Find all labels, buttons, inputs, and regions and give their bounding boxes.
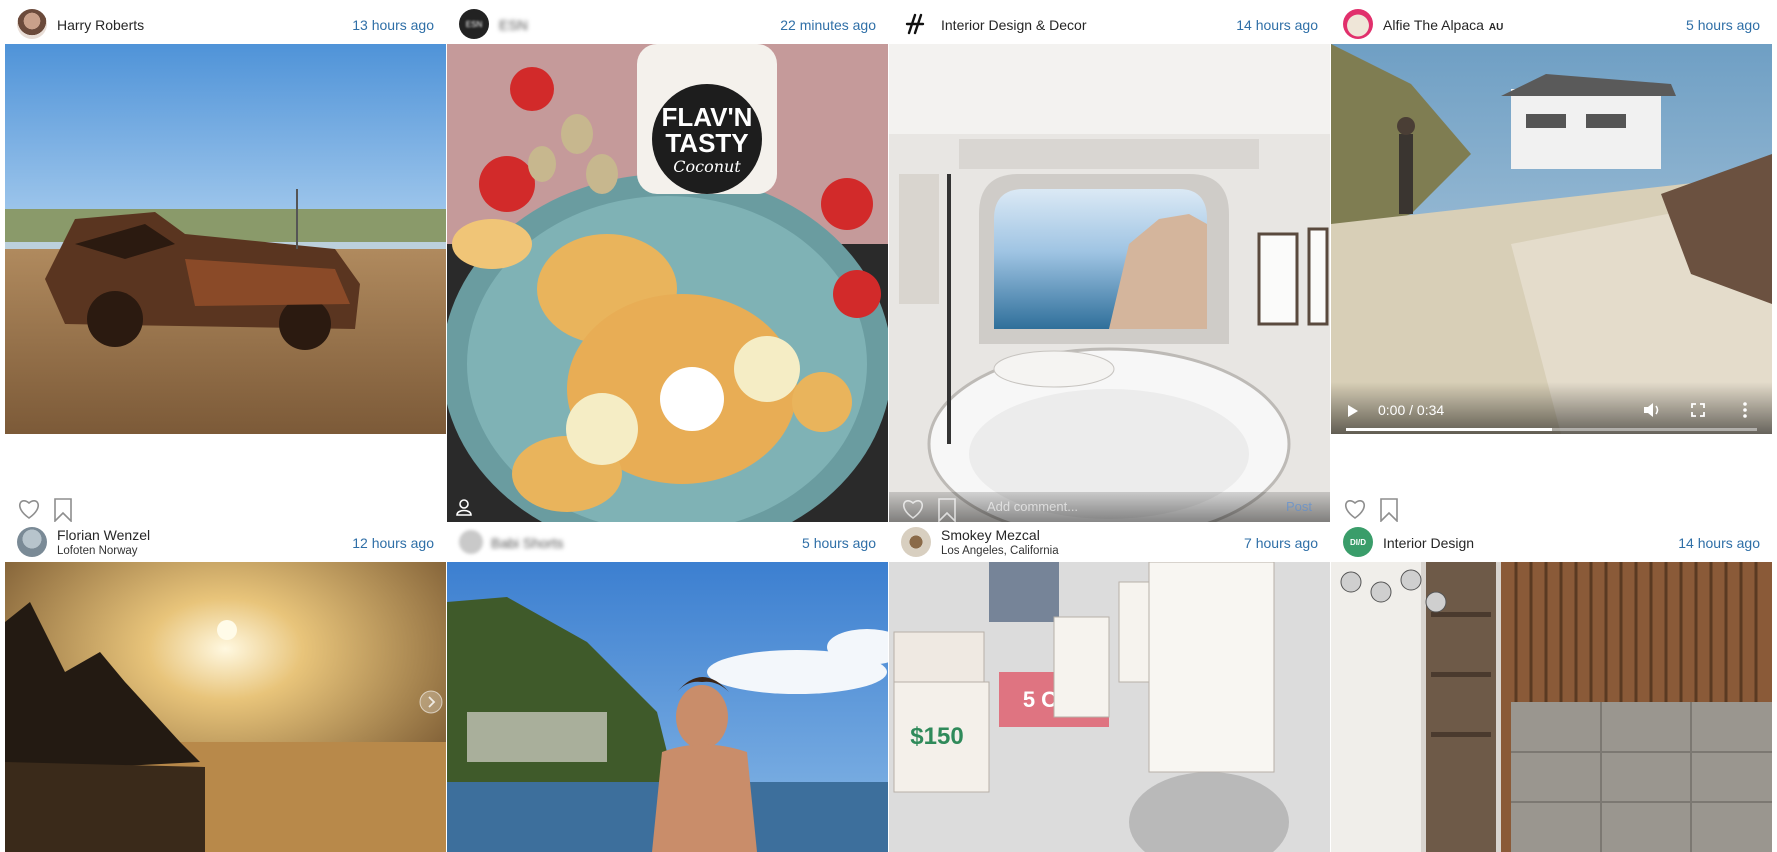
post-image-burnt-car[interactable] [5,44,446,434]
post-video[interactable]: 0:00 / 0:34 [1331,44,1772,434]
post-time-link[interactable]: 13 hours ago [352,17,434,33]
video-progress-fill [1346,428,1552,431]
post-card: Smokey Mezcal Los Angeles, California 7 … [889,522,1330,852]
logo-icon [905,13,925,35]
username[interactable]: Florian Wenzel [57,527,150,543]
video-controls: 0:00 / 0:34 [1331,382,1772,434]
fullscreen-icon[interactable] [1691,403,1705,417]
post-time-link[interactable]: 5 hours ago [1686,17,1760,33]
post-header: Interior Design & Decor 14 hours ago [889,4,1330,44]
avatar[interactable] [17,527,47,557]
flav-line2: TASTY [665,128,748,158]
username-text: Alfie The Alpaca [1383,17,1484,33]
post-actions [1343,498,1413,522]
post-image-beach-man[interactable] [447,562,888,852]
post-time-link[interactable]: 14 hours ago [1236,17,1318,33]
heart-icon[interactable] [17,498,41,520]
country-badge: AU [1488,22,1504,33]
post-actions [901,498,971,522]
post-card: ESN ESN 22 minutes ago FLAV'N TASTY Coco… [447,4,888,522]
post-header: Smokey Mezcal Los Angeles, California 7 … [889,522,1330,562]
post-time-link[interactable]: 14 hours ago [1678,535,1760,551]
video-time: 0:00 / 0:34 [1378,402,1445,418]
post-time-link[interactable]: 7 hours ago [1244,535,1318,551]
post-time-link[interactable]: 12 hours ago [352,535,434,551]
post-header: Harry Roberts 13 hours ago [5,4,446,44]
post-card: DI/D Interior Design 14 hours ago [1331,522,1772,852]
comment-input[interactable]: Add comment... [987,499,1078,514]
note-price: $150 [910,723,963,750]
avatar[interactable]: DI/D [1343,527,1373,557]
volume-icon[interactable] [1643,402,1661,418]
post-card: Florian Wenzel Lofoten Norway 12 hours a… [5,522,446,852]
post-header: ESN ESN 22 minutes ago [447,4,888,44]
flav-line3: Coconut [673,157,741,176]
avatar-text: ESN [465,19,483,29]
post-card: Alfie The Alpaca AU 5 hours ago 0:00 / 0:… [1331,4,1772,522]
post-location[interactable]: Lofoten Norway [57,545,138,557]
post-time-link[interactable]: 5 hours ago [802,535,876,551]
post-header: Babi Shorts 5 hours ago [447,522,888,562]
post-card: Harry Roberts 13 hours ago [5,4,446,522]
post-header: Florian Wenzel Lofoten Norway 12 hours a… [5,522,446,562]
username[interactable]: Smokey Mezcal [941,527,1040,543]
post-card: Babi Shorts 5 hours ago [447,522,888,852]
username[interactable]: Interior Design & Decor [941,17,1087,33]
username[interactable]: Harry Roberts [57,17,144,33]
heart-icon[interactable] [901,498,925,520]
avatar[interactable]: ESN [459,9,489,39]
post-header: Alfie The Alpaca AU 5 hours ago [1331,4,1772,44]
post-card: Interior Design & Decor 14 hours ago Add… [889,4,1330,522]
avatar[interactable] [17,9,47,39]
bookmark-icon[interactable] [53,498,73,522]
username[interactable]: Interior Design [1383,535,1474,551]
username[interactable]: Babi Shorts [491,535,563,551]
avatar[interactable] [901,527,931,557]
username[interactable]: ESN [499,17,528,33]
bookmark-icon[interactable] [1379,498,1399,522]
post-comment-button[interactable]: Post [1286,499,1312,514]
post-image-lofoten[interactable] [5,562,446,852]
post-image-bathroom[interactable]: Add comment... Post [889,44,1330,522]
post-header: DI/D Interior Design 14 hours ago [1331,522,1772,562]
avatar[interactable] [1343,9,1373,39]
avatar-text: DI/D [1350,537,1366,547]
video-progress-bar[interactable] [1346,428,1757,431]
play-icon[interactable] [1347,404,1359,418]
chevron-right-icon[interactable] [419,690,443,714]
username[interactable]: Alfie The Alpaca AU [1383,17,1503,33]
avatar[interactable] [459,530,483,554]
avatar[interactable] [901,9,931,39]
bookmark-icon[interactable] [937,498,957,522]
heart-icon[interactable] [1343,498,1367,520]
post-image-bedroom[interactable] [1331,562,1772,852]
post-image-pancakes[interactable]: FLAV'N TASTY Coconut [447,44,888,522]
post-image-notes-board[interactable]: $150 5 OFF [889,562,1330,852]
user-tag-icon[interactable] [455,498,473,516]
more-vert-icon[interactable] [1743,402,1747,418]
post-location[interactable]: Los Angeles, California [941,545,1059,557]
post-actions [17,498,87,522]
post-time-link[interactable]: 22 minutes ago [780,17,876,33]
